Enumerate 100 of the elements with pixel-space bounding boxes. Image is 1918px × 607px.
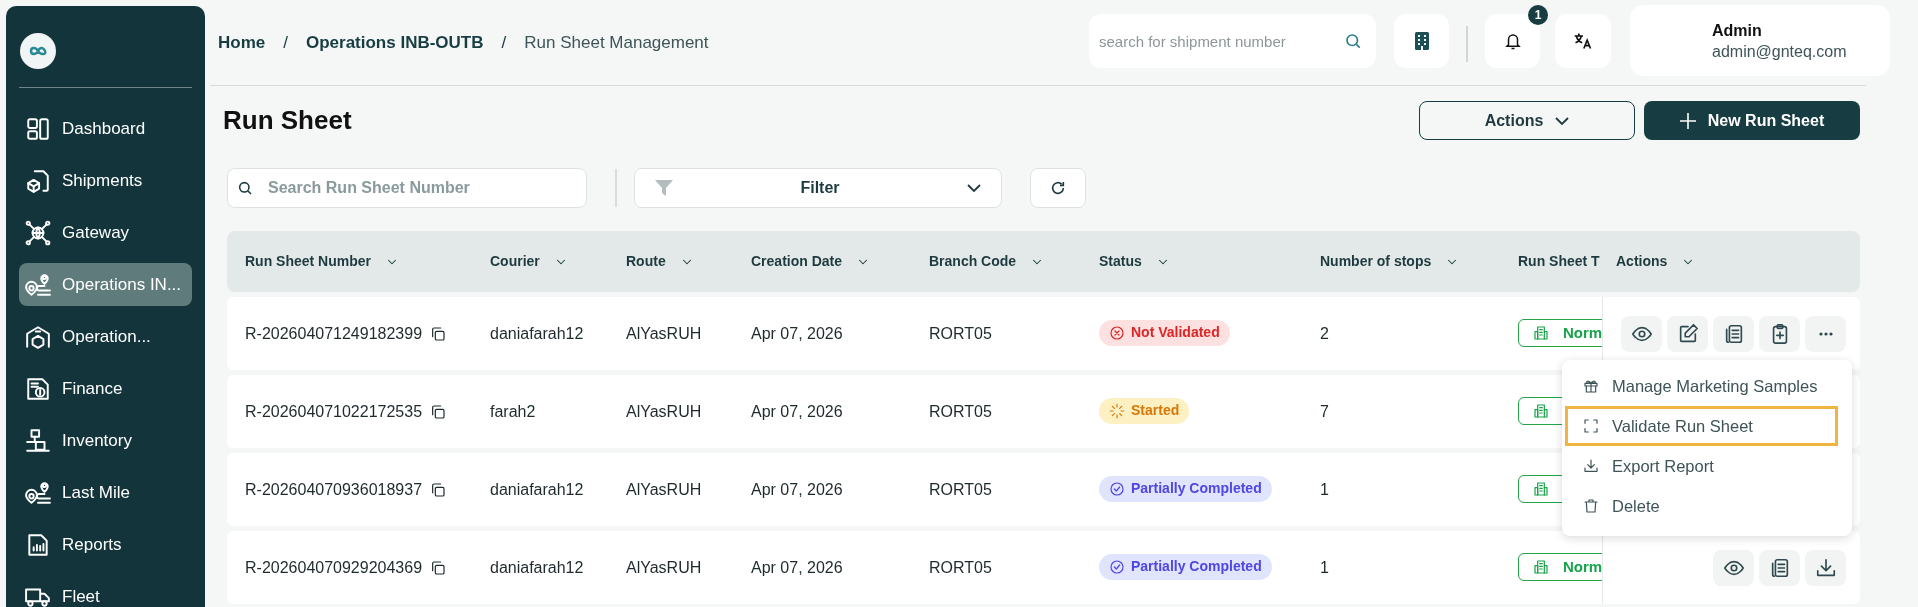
column-header[interactable]: Branch Code (929, 251, 1017, 272)
status-badge: Partially Completed (1099, 553, 1272, 580)
table-cell: RORT05 (929, 480, 992, 498)
status-badge: Partially Completed (1099, 475, 1272, 502)
column-header[interactable]: Courier (490, 251, 540, 272)
check-circle-icon (1109, 558, 1125, 575)
sidebar-item[interactable]: Last Mile (19, 471, 192, 514)
gift-icon (1583, 378, 1599, 394)
breadcrumb-link[interactable]: Operations INB-OUTB (305, 29, 484, 56)
download-button[interactable] (1805, 549, 1846, 586)
table-cell: 1 (1320, 558, 1329, 576)
building-button[interactable] (1394, 14, 1449, 68)
column-header[interactable]: Status (1099, 251, 1142, 272)
new-run-sheet-button[interactable]: New Run Sheet (1644, 101, 1860, 140)
edit-button[interactable] (1667, 315, 1708, 352)
table-cell: 1 (1320, 480, 1329, 498)
table-cell: Apr 07, 2026 (751, 480, 843, 498)
breadcrumb-link[interactable]: Home (218, 29, 266, 56)
table-cell: Apr 07, 2026 (751, 324, 843, 342)
sidebar-item[interactable]: Gateway (19, 211, 192, 254)
funnel-icon (655, 180, 673, 196)
sidebar-item[interactable]: Reports (19, 523, 192, 566)
notification-badge: 1 (1528, 5, 1548, 25)
column-header[interactable]: Creation Date (751, 251, 843, 272)
table-cell: RORT05 (929, 324, 992, 342)
run-sheet-search-field[interactable]: Search Run Sheet Number (227, 168, 587, 208)
sidebar-item[interactable]: Finance (19, 367, 192, 410)
copy-icon[interactable] (430, 481, 447, 498)
scan-icon (1583, 418, 1599, 434)
logo-icon[interactable] (20, 33, 56, 69)
copy-icon[interactable] (430, 559, 447, 576)
globe-network-icon (25, 219, 51, 246)
breadcrumb-separator: / (501, 31, 507, 54)
trash-icon (1583, 498, 1599, 514)
table-cell: 2 (1320, 324, 1329, 342)
invoice-icon (25, 375, 51, 402)
column-header[interactable]: Actions (1616, 251, 1668, 272)
chevron-down-icon (967, 184, 981, 192)
eye-button[interactable] (1713, 549, 1754, 586)
translate-icon (1573, 31, 1593, 51)
sidebar-item[interactable]: Dashboard (19, 107, 192, 150)
spinner-icon (1109, 402, 1125, 419)
language-button[interactable] (1555, 14, 1611, 68)
column-header[interactable]: Number of stops (1320, 251, 1432, 272)
column-header[interactable]: Route (626, 251, 666, 272)
building-icon (1413, 31, 1430, 51)
sidebar-item[interactable]: Shipments (19, 159, 192, 202)
table-cell: daniafarah12 (490, 558, 584, 576)
table-cell: RORT05 (929, 402, 992, 420)
table-cell: AlYasRUH (626, 402, 702, 420)
refresh-icon (1050, 180, 1066, 196)
user-email: admin@gnteq.com (1712, 41, 1848, 62)
building-icon (1533, 559, 1549, 575)
refresh-button[interactable] (1030, 168, 1086, 208)
building-icon (1533, 325, 1549, 341)
shipment-search-field[interactable]: search for shipment number (1089, 14, 1376, 68)
table-cell: 7 (1320, 402, 1329, 420)
table-cell-text: R-202604071249182399 (245, 323, 423, 344)
sidebar-item[interactable]: Operations IN... (19, 263, 192, 306)
table-cell: AlYasRUH (626, 480, 702, 498)
download-icon (1583, 458, 1599, 474)
table-cell: Apr 07, 2026 (751, 558, 843, 576)
warehouse-box-icon (25, 323, 51, 350)
building-icon (1533, 481, 1549, 497)
bell-icon (1503, 31, 1522, 51)
user-card[interactable]: Admin admin@gnteq.com (1630, 5, 1890, 76)
check-circle-icon (1109, 480, 1125, 497)
location-route-icon (25, 479, 51, 506)
document-button[interactable] (1713, 315, 1754, 352)
menu-item[interactable]: Delete (1565, 486, 1838, 526)
table-cell: farah2 (490, 402, 536, 420)
table-cell-text: R-202604071022172535 (245, 401, 423, 422)
menu-item[interactable]: Export Report (1565, 446, 1838, 486)
menu-item[interactable]: Manage Marketing Samples (1565, 366, 1838, 406)
boxes-icon (25, 427, 51, 454)
type-tag: Norm (1518, 553, 1602, 581)
building-icon (1533, 403, 1549, 419)
report-icon (25, 531, 51, 558)
search-icon[interactable] (1344, 32, 1362, 50)
eye-button[interactable] (1621, 315, 1662, 352)
download-icon (1814, 556, 1837, 579)
actions-button[interactable]: Actions (1419, 101, 1635, 140)
copy-icon[interactable] (430, 325, 447, 342)
status-badge: Started (1099, 397, 1190, 424)
sidebar-item[interactable]: Inventory (19, 419, 192, 462)
column-header[interactable]: Run Sheet T (1518, 251, 1600, 272)
menu-item[interactable]: Validate Run Sheet (1565, 406, 1838, 446)
page-title: Run Sheet (223, 104, 352, 137)
filter-dropdown[interactable]: Filter (634, 168, 1002, 208)
box-document-icon (25, 167, 51, 194)
table-cell: daniafarah12 (490, 480, 584, 498)
copy-icon[interactable] (430, 403, 447, 420)
document-button[interactable] (1759, 549, 1800, 586)
table-cell: daniafarah12 (490, 324, 584, 342)
column-header[interactable]: Run Sheet Number (245, 251, 371, 272)
clipboard-plus-button[interactable] (1759, 315, 1800, 352)
sidebar-item[interactable]: Fleet (19, 575, 192, 607)
x-circle-icon (1109, 324, 1125, 341)
location-route-icon (25, 271, 51, 298)
sidebar-item[interactable]: Operation... (19, 315, 192, 358)
